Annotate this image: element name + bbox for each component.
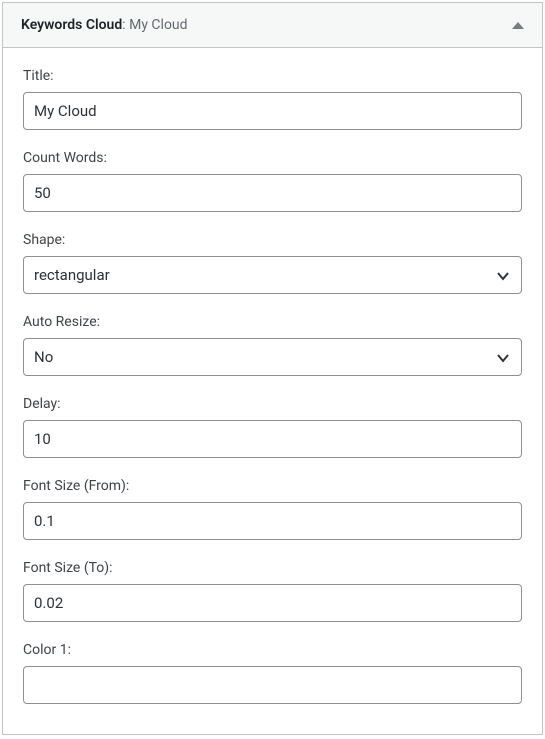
field-title: Title: [23,68,522,130]
color-1-label: Color 1: [23,642,522,658]
shape-label: Shape: [23,232,522,248]
auto-resize-select-wrap: No [23,338,522,376]
title-input[interactable] [23,92,522,130]
font-size-to-label: Font Size (To): [23,560,522,576]
field-auto-resize: Auto Resize: No [23,314,522,376]
auto-resize-select[interactable]: No [23,338,522,376]
shape-select[interactable]: rectangular [23,256,522,294]
auto-resize-label: Auto Resize: [23,314,522,330]
field-font-size-from: Font Size (From): [23,478,522,540]
count-words-label: Count Words: [23,150,522,166]
widget-body: Title: Count Words: Shape: rectangular A… [3,48,542,734]
field-font-size-to: Font Size (To): [23,560,522,622]
field-shape: Shape: rectangular [23,232,522,294]
widget-container: Keywords Cloud: My Cloud Title: Count Wo… [2,2,543,735]
widget-header[interactable]: Keywords Cloud: My Cloud [3,3,542,48]
font-size-from-input[interactable] [23,502,522,540]
delay-input[interactable] [23,420,522,458]
count-words-input[interactable] [23,174,522,212]
color-1-input[interactable] [23,666,522,704]
field-count-words: Count Words: [23,150,522,212]
field-delay: Delay: [23,396,522,458]
font-size-to-input[interactable] [23,584,522,622]
title-label: Title: [23,68,522,84]
font-size-from-label: Font Size (From): [23,478,522,494]
widget-title-name: My Cloud [129,17,187,33]
collapse-up-icon [512,22,524,29]
shape-select-wrap: rectangular [23,256,522,294]
widget-title-prefix: Keywords Cloud [21,17,122,33]
field-color-1: Color 1: [23,642,522,704]
widget-title: Keywords Cloud: My Cloud [21,17,188,33]
delay-label: Delay: [23,396,522,412]
